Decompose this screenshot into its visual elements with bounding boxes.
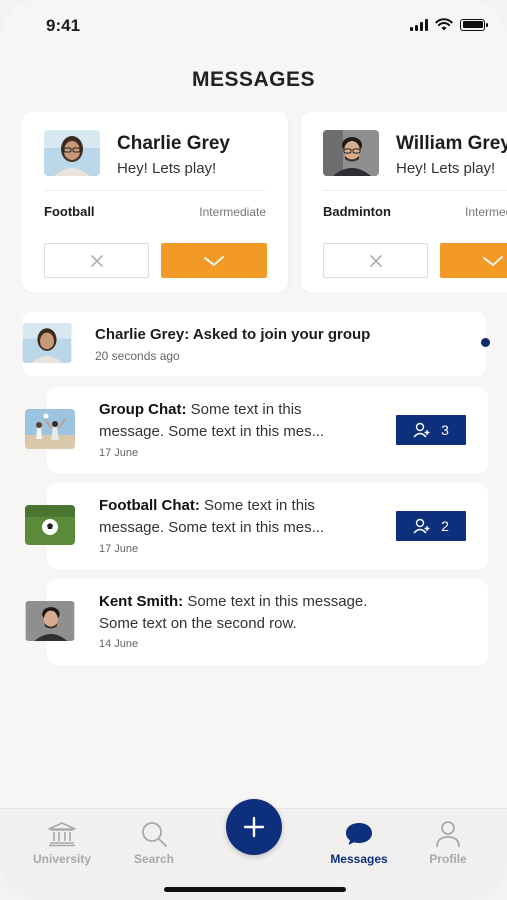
notification-title: Charlie Grey: Asked to join your group: [95, 326, 371, 343]
university-icon: [48, 822, 76, 847]
chat-thumbnail: [25, 505, 75, 545]
tab-label: University: [32, 852, 92, 866]
divider: [323, 190, 507, 191]
tab-label: Messages: [330, 852, 388, 866]
divider: [44, 190, 266, 191]
accept-button[interactable]: [161, 243, 267, 278]
status-time: 9:41: [46, 16, 81, 35]
home-indicator: [164, 887, 346, 892]
chat-line2: message. Some text in this mes...: [99, 423, 325, 440]
join-requests-carousel[interactable]: Charlie Grey Hey! Lets play! Football In…: [22, 112, 507, 292]
chat-date: 17 June: [99, 447, 139, 459]
avatar: [44, 130, 100, 176]
notification-time: 20 seconds ago: [95, 349, 180, 363]
status-bar: 9:41: [0, 14, 507, 38]
request-message: Hey! Lets play!: [117, 160, 217, 177]
avatar: [22, 323, 72, 363]
chat-item-football[interactable]: Football Chat: Some text in this message.…: [25, 483, 488, 569]
chat-line1: Some text in this: [186, 401, 302, 418]
avatar: [323, 130, 379, 176]
wifi-icon: [435, 18, 453, 31]
tab-label: Search: [133, 852, 175, 866]
request-level: Intermediate: [465, 205, 507, 219]
checkmark-icon: [483, 255, 503, 266]
bottom-tab-bar: University Search Messages Profile: [0, 799, 507, 900]
chat-item-kent-smith[interactable]: Kent Smith: Some text in this message. So…: [25, 579, 488, 665]
request-message: Hey! Lets play!: [396, 160, 496, 177]
chat-preview: Group Chat: Some text in this message. So…: [99, 399, 379, 443]
members-badge[interactable]: 2: [396, 511, 466, 541]
add-user-icon: [413, 422, 430, 438]
tab-messages[interactable]: Messages: [319, 819, 399, 866]
chat-title: Group Chat:: [99, 401, 187, 418]
request-sport: Badminton: [323, 204, 391, 219]
request-sport: Football: [44, 204, 95, 219]
request-card[interactable]: William Grey Hey! Lets play! Badminton I…: [301, 112, 507, 292]
chat-title: Kent Smith:: [99, 593, 184, 610]
chat-bubble-icon: [346, 823, 372, 845]
chat-item-group[interactable]: Group Chat: Some text in this message. So…: [25, 387, 488, 473]
chat-date: 17 June: [99, 543, 139, 555]
chat-title: Football Chat:: [99, 497, 200, 514]
checkmark-icon: [204, 255, 224, 266]
decline-button[interactable]: [323, 243, 428, 278]
search-icon: [142, 822, 167, 847]
unread-dot: [481, 338, 490, 347]
member-count: 2: [441, 518, 449, 534]
phone-screen: 9:41 MESSAGES Charlie Grey Hey! Lets pla…: [0, 0, 507, 900]
cellular-signal-icon: [410, 18, 428, 31]
chat-preview: Football Chat: Some text in this message.…: [99, 495, 379, 539]
member-count: 3: [441, 422, 449, 438]
chat-preview: Kent Smith: Some text in this message. So…: [99, 591, 439, 635]
status-icons: [410, 18, 488, 31]
request-name: William Grey: [396, 133, 507, 154]
tab-profile[interactable]: Profile: [408, 819, 488, 866]
plus-icon: [243, 816, 265, 838]
battery-icon: [460, 18, 488, 31]
join-request-notification[interactable]: Charlie Grey: Asked to join your group 2…: [22, 312, 490, 376]
accept-button[interactable]: [440, 243, 507, 278]
close-icon: [369, 254, 382, 267]
chat-date: 14 June: [99, 638, 139, 650]
tab-label: Profile: [429, 852, 467, 866]
page-title: MESSAGES: [191, 68, 316, 91]
members-badge[interactable]: 3: [396, 415, 466, 445]
profile-icon: [436, 821, 460, 848]
chat-line1: Some text in this: [199, 497, 315, 514]
close-icon: [90, 254, 103, 267]
request-name: Charlie Grey: [117, 133, 230, 154]
chat-line1: Some text in this message.: [183, 593, 368, 610]
chat-thumbnail: [25, 409, 75, 449]
chat-line2: Some text on the second row.: [99, 615, 297, 632]
tab-university[interactable]: University: [22, 819, 102, 866]
chat-line2: message. Some text in this mes...: [99, 519, 325, 536]
add-user-icon: [413, 518, 430, 534]
chat-thumbnail: [25, 601, 75, 641]
request-level: Intermediate: [199, 205, 266, 219]
decline-button[interactable]: [44, 243, 149, 278]
request-card[interactable]: Charlie Grey Hey! Lets play! Football In…: [22, 112, 288, 292]
tab-search[interactable]: Search: [114, 819, 194, 866]
add-button[interactable]: [226, 799, 282, 855]
